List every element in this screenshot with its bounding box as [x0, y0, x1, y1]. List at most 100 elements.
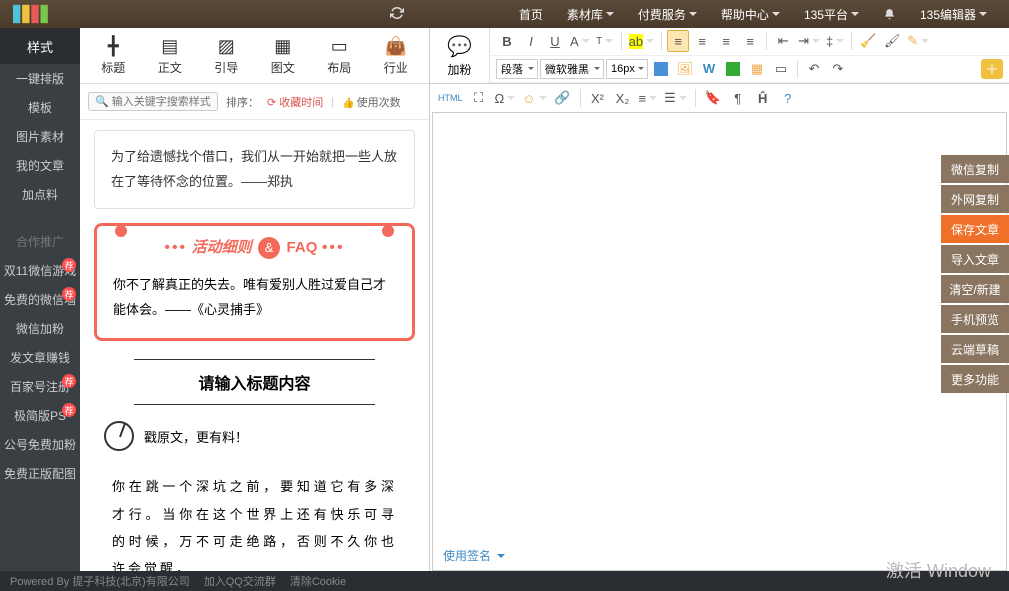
- tab-title[interactable]: ╋标题: [85, 28, 142, 84]
- format-button[interactable]: ✎: [905, 30, 931, 52]
- save-article-button[interactable]: 保存文章: [941, 215, 1009, 243]
- style-card[interactable]: ••• 活动细则 & FAQ ••• 你不了解真正的失去。唯有爱别人胜过爱自己才…: [94, 223, 415, 341]
- nav-help[interactable]: 帮助中心: [709, 0, 792, 28]
- sidebar-ad[interactable]: 免费的微信墙荐: [0, 285, 80, 314]
- underline-button[interactable]: U: [544, 30, 566, 52]
- align-justify-button[interactable]: ≡: [739, 30, 761, 52]
- use-signature-link[interactable]: 使用签名: [443, 547, 505, 564]
- wechat-copy-button[interactable]: 微信复制: [941, 155, 1009, 183]
- link-button[interactable]: 🔗: [552, 87, 574, 109]
- sidebar-item[interactable]: 图片素材: [0, 122, 80, 151]
- sidebar-ad[interactable]: 微信加粉: [0, 314, 80, 343]
- line-height-button[interactable]: ‡: [824, 30, 846, 52]
- sidebar-ad[interactable]: 极简版PS荐: [0, 401, 80, 430]
- superscript-button[interactable]: X²: [587, 87, 609, 109]
- chevron-down-icon: [772, 12, 780, 20]
- card-button[interactable]: ▭: [770, 58, 792, 80]
- tab-industry[interactable]: 👜行业: [368, 28, 425, 84]
- font-size-button[interactable]: T: [594, 30, 616, 52]
- footer: Powered By 提子科技(北京)有限公司 加入QQ交流群 清除Cookie: [0, 571, 1009, 591]
- align-left-button[interactable]: ≡: [667, 30, 689, 52]
- align-center-button[interactable]: ≡: [691, 30, 713, 52]
- outdent-button[interactable]: ⇤: [772, 30, 794, 52]
- sidebar-item[interactable]: 一键排版: [0, 64, 80, 93]
- sidebar-item[interactable]: 模板: [0, 93, 80, 122]
- tab-guide[interactable]: ▨引导: [198, 28, 255, 84]
- font-size-select[interactable]: 16px: [606, 59, 648, 79]
- mobile-preview-button[interactable]: 手机预览: [941, 305, 1009, 333]
- multi-img-button[interactable]: ▦: [746, 58, 768, 80]
- bold-button[interactable]: B: [496, 30, 518, 52]
- undo-button[interactable]: ↶: [803, 58, 825, 80]
- word-button[interactable]: W: [698, 58, 720, 80]
- web-copy-button[interactable]: 外网复制: [941, 185, 1009, 213]
- paragraph-button[interactable]: ¶: [727, 87, 749, 109]
- redo-button[interactable]: ↷: [827, 58, 849, 80]
- nav-bell[interactable]: [871, 0, 908, 28]
- sidebar-item[interactable]: 加点料: [0, 180, 80, 209]
- nav-home[interactable]: 首页: [507, 0, 555, 28]
- add-fans-button[interactable]: 💬 加粉: [430, 28, 490, 83]
- style-card[interactable]: 为了给遗憾找个借口，我们从一开始就把一些人放在了等待怀念的位置。——郑执: [94, 130, 415, 209]
- cloud-draft-button[interactable]: 云端草稿: [941, 335, 1009, 363]
- add-block-button[interactable]: ＋: [981, 59, 1003, 79]
- align-right-button[interactable]: ≡: [715, 30, 737, 52]
- footer-qq-link[interactable]: 加入QQ交流群: [204, 573, 276, 589]
- tab-body[interactable]: ▤正文: [142, 28, 199, 84]
- unordered-list-button[interactable]: ☰: [662, 87, 689, 109]
- sidebar-ad[interactable]: 发文章赚钱: [0, 343, 80, 372]
- more-functions-button[interactable]: 更多功能: [941, 365, 1009, 393]
- search-input[interactable]: [112, 96, 212, 108]
- emoji-button[interactable]: ☺: [520, 87, 548, 109]
- sidebar-ad[interactable]: 公号免费加粉: [0, 430, 80, 459]
- style-card[interactable]: 请输入标题内容: [94, 359, 415, 405]
- nav-platform[interactable]: 135平台: [792, 0, 871, 28]
- sidebar-item[interactable]: 我的文章: [0, 151, 80, 180]
- paragraph-select[interactable]: 段落: [496, 59, 538, 79]
- italic-button[interactable]: I: [520, 30, 542, 52]
- html-button[interactable]: HTML: [436, 87, 465, 109]
- font-color-button[interactable]: A: [568, 30, 592, 52]
- style-list[interactable]: 为了给遗憾找个借口，我们从一开始就把一些人放在了等待怀念的位置。——郑执 •••…: [80, 120, 429, 571]
- subscript-button[interactable]: X₂: [612, 87, 634, 109]
- brush-button[interactable]: 🖌: [881, 30, 903, 52]
- font-family-select[interactable]: 微软雅黑: [540, 59, 604, 79]
- search-icon: 🔍: [95, 95, 109, 108]
- clear-new-button[interactable]: 清空/新建: [941, 275, 1009, 303]
- briefcase-icon: 👜: [385, 35, 407, 57]
- bookmark-button[interactable]: 🔖: [702, 87, 724, 109]
- nav-material[interactable]: 素材库: [555, 0, 626, 28]
- image-button[interactable]: 🖼: [674, 58, 696, 80]
- tab-layout[interactable]: ▭布局: [311, 28, 368, 84]
- eraser-button[interactable]: 🧹: [857, 30, 879, 52]
- sidebar-ad[interactable]: 双11微信游戏荐: [0, 256, 80, 285]
- sort-by-use[interactable]: 使用次数: [342, 94, 400, 110]
- sidebar-ad[interactable]: 免费正版配图: [0, 459, 80, 488]
- editor-canvas[interactable]: 使用签名: [432, 112, 1007, 571]
- indent-button[interactable]: ⇥: [796, 30, 822, 52]
- sidebar-ad[interactable]: 百家号注册荐: [0, 372, 80, 401]
- sort-by-fav[interactable]: ⟳ 收藏时间: [267, 94, 323, 110]
- badge-icon: 荐: [62, 403, 76, 417]
- logo[interactable]: [0, 0, 80, 28]
- nav-editor[interactable]: 135编辑器: [908, 0, 999, 28]
- help-button[interactable]: ?: [777, 87, 799, 109]
- tab-imgtext[interactable]: ▦图文: [255, 28, 312, 84]
- search-box[interactable]: 🔍: [88, 92, 218, 111]
- footer-cookie-link[interactable]: 清除Cookie: [290, 573, 346, 589]
- style-card[interactable]: 你在跳一个深坑之前，要知道它有多深才行。当你在这个世界上还有快乐可寻的时候，万不…: [94, 465, 415, 571]
- right-action-panel: 微信复制 外网复制 保存文章 导入文章 清空/新建 手机预览 云端草稿 更多功能: [941, 155, 1009, 393]
- omega-button[interactable]: Ω: [493, 87, 518, 109]
- video-button[interactable]: [722, 58, 744, 80]
- ordered-list-button[interactable]: ≡: [637, 87, 660, 109]
- find-button[interactable]: Ĥ: [752, 87, 774, 109]
- sidebar-style-tab[interactable]: 样式: [0, 28, 80, 64]
- refresh-icon[interactable]: [390, 6, 404, 23]
- import-article-button[interactable]: 导入文章: [941, 245, 1009, 273]
- nav-paid[interactable]: 付费服务: [626, 0, 709, 28]
- style-category-tabs: ╋标题 ▤正文 ▨引导 ▦图文 ▭布局 👜行业: [80, 28, 429, 84]
- style-card[interactable]: 戳原文，更有料！: [94, 421, 415, 451]
- fullscreen-button[interactable]: ⛶: [468, 87, 490, 109]
- table-button[interactable]: [650, 58, 672, 80]
- highlight-button[interactable]: ab: [627, 30, 656, 52]
